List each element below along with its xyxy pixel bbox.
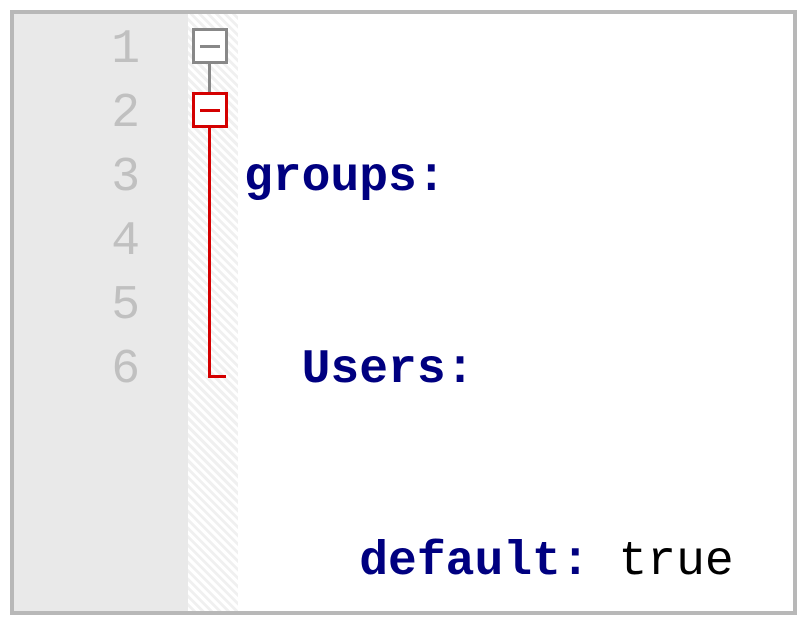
fold-toggle-icon[interactable] xyxy=(192,92,228,128)
code-area[interactable]: groups: Users: default: true permissions… xyxy=(238,14,793,611)
line-number: 3 xyxy=(14,146,188,210)
code-editor[interactable]: 1 2 3 4 5 6 groups: Users: default: true… xyxy=(14,14,793,611)
yaml-value: true xyxy=(590,535,734,589)
yaml-key: default xyxy=(359,535,561,589)
line-number-gutter: 1 2 3 4 5 6 xyxy=(14,14,188,611)
line-number: 6 xyxy=(14,338,188,402)
line-number: 1 xyxy=(14,18,188,82)
fold-toggle-icon[interactable] xyxy=(192,28,228,64)
fold-guide-line xyxy=(208,128,211,378)
yaml-key: groups xyxy=(244,151,417,205)
yaml-key: Users xyxy=(302,343,446,397)
colon-token: : xyxy=(446,343,475,397)
colon-token: : xyxy=(417,151,446,205)
fold-guide-line xyxy=(208,64,211,92)
line-number: 2 xyxy=(14,82,188,146)
line-number: 4 xyxy=(14,210,188,274)
editor-frame: 1 2 3 4 5 6 groups: Users: default: true… xyxy=(10,10,797,615)
colon-token: : xyxy=(561,535,590,589)
code-line[interactable]: Users: xyxy=(244,338,793,402)
fold-guide-end xyxy=(208,375,226,378)
code-line[interactable]: default: true xyxy=(244,530,793,594)
line-number: 5 xyxy=(14,274,188,338)
fold-gutter xyxy=(188,14,238,611)
code-line[interactable]: groups: xyxy=(244,146,793,210)
